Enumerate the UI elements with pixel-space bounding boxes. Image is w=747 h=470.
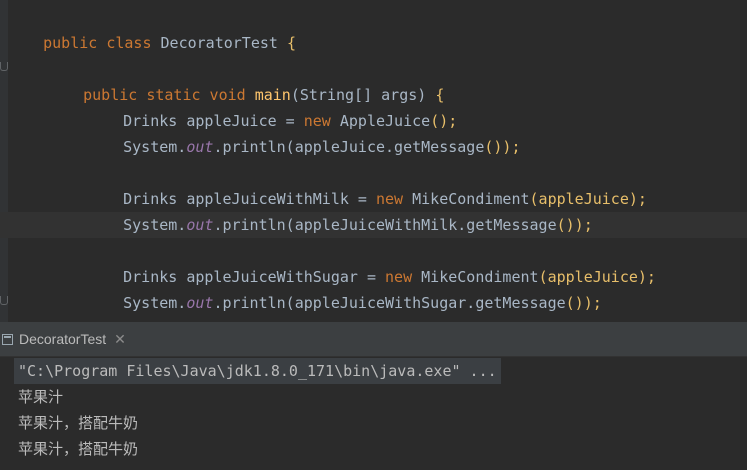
- console-output-line: 苹果汁: [18, 388, 64, 406]
- code-line-5[interactable]: System.out.println(appleJuice.getMessage…: [87, 108, 520, 156]
- tab-label: DecoratorTest: [19, 331, 107, 347]
- run-tab-icon: [2, 333, 13, 345]
- punctuation: ());: [556, 216, 593, 234]
- code-editor[interactable]: public class DecoratorTest { public stat…: [0, 0, 747, 322]
- statement: System.: [123, 216, 187, 234]
- static-field: out: [186, 216, 214, 234]
- statement: .println(appleJuiceWithMilk.getMessage: [213, 216, 557, 234]
- tab-decorator-test[interactable]: DecoratorTest ✕: [0, 322, 140, 356]
- punctuation: ());: [565, 294, 602, 312]
- code-line-12[interactable]: }: [47, 290, 92, 322]
- run-tool-window: DecoratorTest ✕ "C:\Program Files\Java\j…: [0, 322, 747, 470]
- fold-icon[interactable]: [0, 62, 8, 71]
- code-line-1[interactable]: public class DecoratorTest {: [7, 4, 296, 52]
- code-line-3[interactable]: public static void main(String[] args) {: [47, 56, 444, 104]
- punctuation: ());: [484, 138, 521, 156]
- class-name: DecoratorTest: [160, 34, 287, 52]
- static-field: out: [186, 138, 214, 156]
- statement: .println(appleJuiceWithSugar.getMessage: [213, 294, 566, 312]
- keyword: public class: [43, 34, 161, 52]
- console-output-line: 苹果汁，搭配牛奶: [18, 440, 139, 458]
- close-icon[interactable]: ✕: [114, 331, 126, 348]
- fold-icon[interactable]: [0, 296, 8, 305]
- code-line-8[interactable]: System.out.println(appleJuiceWithMilk.ge…: [87, 186, 593, 234]
- code-line-4[interactable]: Drinks appleJuice = new AppleJuice();: [87, 82, 457, 130]
- statement: System.: [123, 294, 187, 312]
- static-field: out: [186, 294, 214, 312]
- run-tab-bar: DecoratorTest ✕: [0, 322, 747, 357]
- statement: .println(appleJuice.getMessage: [213, 138, 485, 156]
- code-line-10[interactable]: Drinks appleJuiceWithSugar = new MikeCon…: [87, 238, 656, 286]
- code-line-11[interactable]: System.out.println(appleJuiceWithSugar.g…: [87, 264, 602, 312]
- statement: System.: [123, 138, 187, 156]
- code-line-7[interactable]: Drinks appleJuiceWithMilk = new MikeCond…: [87, 160, 647, 208]
- brace: {: [286, 34, 296, 52]
- console-command-line: "C:\Program Files\Java\jdk1.8.0_171\bin\…: [14, 358, 501, 384]
- console-output-line: 苹果汁，搭配牛奶: [18, 414, 139, 432]
